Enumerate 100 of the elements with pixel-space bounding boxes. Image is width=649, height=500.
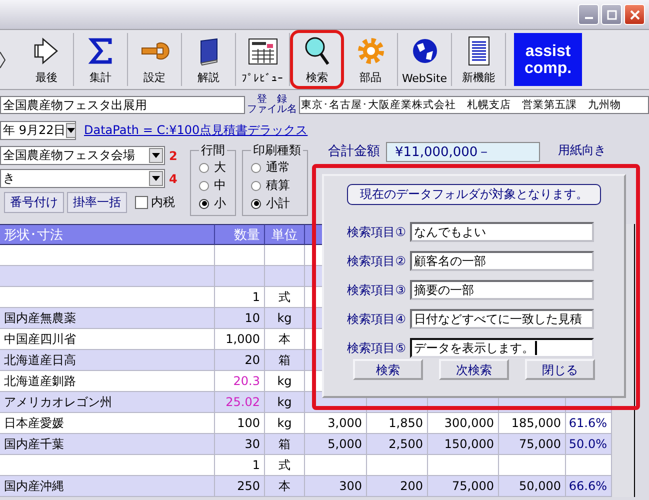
table-cell: 50,000 — [499, 476, 566, 497]
table-cell: 5,000 — [305, 434, 367, 455]
dialog-button[interactable]: 検索 — [353, 359, 423, 380]
table-cell: kg — [265, 371, 305, 392]
action-button[interactable]: 番号付け — [4, 192, 64, 213]
toolbar-button[interactable]: 集計 — [74, 33, 128, 86]
table-cell: 1,850 — [367, 413, 428, 434]
table-cell — [215, 245, 265, 266]
radio-option[interactable]: 小計 — [251, 195, 303, 212]
table-cell: 10 — [215, 308, 265, 329]
field-label: 検索項目③ — [346, 282, 406, 298]
table-cell: 北海道産日高 — [0, 350, 215, 371]
field-label: 検索項目② — [346, 252, 406, 270]
toolbar-button[interactable]: 設定 — [128, 33, 182, 86]
table-cell: 箱 — [265, 350, 305, 371]
table-cell: 200 — [367, 476, 428, 497]
maximize-button[interactable] — [601, 4, 622, 25]
dropdown-arrow-icon — [66, 128, 75, 132]
column-header: 形状･寸法 — [0, 224, 215, 245]
table-cell — [265, 245, 305, 266]
table-cell: 国内産千葉 — [0, 434, 215, 455]
table-cell: 中国産四川省 — [0, 329, 215, 350]
table-cell: 185,000 — [499, 413, 566, 434]
close-icon — [630, 10, 640, 20]
column-header: 数量 — [215, 224, 265, 245]
logo: assist comp. — [514, 33, 582, 86]
total-amount: ¥11,000,000－ — [386, 142, 540, 162]
search-field[interactable]: 日付などすべてに一致した見積 — [410, 309, 594, 329]
table-cell: 2,500 — [367, 434, 428, 455]
table-cell: 300 — [305, 476, 367, 497]
table-cell: 本 — [265, 329, 305, 350]
table-cell: kg — [265, 308, 305, 329]
group-title: 行間 — [200, 142, 226, 159]
table-cell — [566, 455, 612, 476]
table-cell: 61.6% — [566, 413, 612, 434]
search-field[interactable]: 摘要の一部 — [410, 280, 594, 300]
toolbar-button[interactable]: 新機能 — [452, 33, 506, 86]
toolbar-button[interactable]: ﾌﾟﾚﾋﾞｭｰ — [236, 33, 290, 86]
radio-option[interactable]: 大 — [199, 159, 231, 176]
maximize-icon — [606, 10, 616, 20]
table-cell: 100 — [215, 413, 265, 434]
minimize-button[interactable] — [578, 4, 599, 25]
search-field[interactable]: 顧客名の一部 — [410, 251, 594, 271]
table-cell: 3,000 — [305, 413, 367, 434]
table-cell: 30 — [215, 434, 265, 455]
radio-label: 積算 — [266, 177, 290, 194]
toolbar-button[interactable]: 解説 — [182, 33, 236, 86]
group-title: 印刷種類 — [252, 142, 302, 159]
table-cell: 北海道産釧路 — [0, 371, 215, 392]
radio-button[interactable] — [251, 162, 261, 172]
radio-button[interactable] — [199, 162, 209, 172]
radio-button[interactable] — [251, 198, 261, 208]
close-button[interactable] — [624, 4, 645, 25]
total-label: 合計金額 — [328, 143, 380, 160]
radio-button[interactable] — [251, 180, 261, 190]
radio-label: 通常 — [266, 159, 290, 176]
dialog-button[interactable]: 次検索 — [439, 359, 509, 380]
table-cell: kg — [265, 413, 305, 434]
table-cell: 1 — [215, 455, 265, 476]
side-panel — [612, 413, 635, 434]
radio-button[interactable] — [199, 198, 209, 208]
dropdown[interactable]: 全国農産物フェスタ会場 — [0, 146, 165, 165]
search-field[interactable]: なんでもよい — [410, 222, 594, 242]
file-name-label: 登 録 ファイル名 — [246, 95, 298, 115]
table-cell — [215, 266, 265, 287]
title-field[interactable]: 全国農産物フェスタ出展用 — [0, 96, 245, 114]
dropdown-arrow-icon — [152, 176, 160, 181]
data-path-link[interactable]: DataPath = C:¥100点見積書デラックス — [84, 122, 308, 138]
table-cell: 箱 — [265, 434, 305, 455]
dropdown[interactable]: き — [0, 169, 165, 188]
notice-label: 現在のデータフォルダが対象となります。 — [347, 184, 601, 205]
action-button[interactable]: 掛率一括 — [67, 192, 127, 213]
table-cell: 国内産無農薬 — [0, 308, 215, 329]
table-cell — [305, 455, 367, 476]
radio-option[interactable]: 中 — [199, 177, 231, 194]
radio-option[interactable]: 積算 — [251, 177, 303, 194]
field-label: 検索項目① — [346, 224, 406, 240]
dialog-button[interactable]: 閉じる — [525, 359, 595, 380]
table-cell: 20.3 — [215, 371, 265, 392]
radio-label: 小計 — [266, 195, 290, 212]
column-header: 単位 — [265, 224, 305, 245]
date-dropdown[interactable]: 年 9月22日 — [0, 120, 76, 140]
tax-checkbox[interactable]: 内税 — [135, 194, 175, 211]
table-cell: 式 — [265, 287, 305, 308]
paper-orientation-label: 用紙向き — [558, 142, 606, 159]
radio-button[interactable] — [199, 180, 209, 190]
toolbar-button[interactable]: 部品 — [344, 33, 398, 86]
marker-number: 4 — [169, 172, 178, 186]
toolbar-button[interactable]: WebSite — [398, 33, 452, 86]
table-cell: 本 — [265, 476, 305, 497]
toolbar-button[interactable]: 最後 — [20, 33, 74, 86]
radio-option[interactable]: 小 — [199, 195, 231, 212]
table-cell — [428, 455, 499, 476]
file-name-field[interactable]: 東京･名古屋･大阪産業株式会社 札幌支店 営業第五課 九州物 — [299, 96, 649, 114]
table-cell: 66.6% — [566, 476, 612, 497]
search-field[interactable]: データを表示します。 — [410, 338, 594, 358]
radio-option[interactable]: 通常 — [251, 159, 303, 176]
table-cell: 300,000 — [428, 413, 499, 434]
table-cell: 25.02 — [215, 392, 265, 413]
toolbar-button[interactable]: 検索 — [290, 30, 344, 89]
